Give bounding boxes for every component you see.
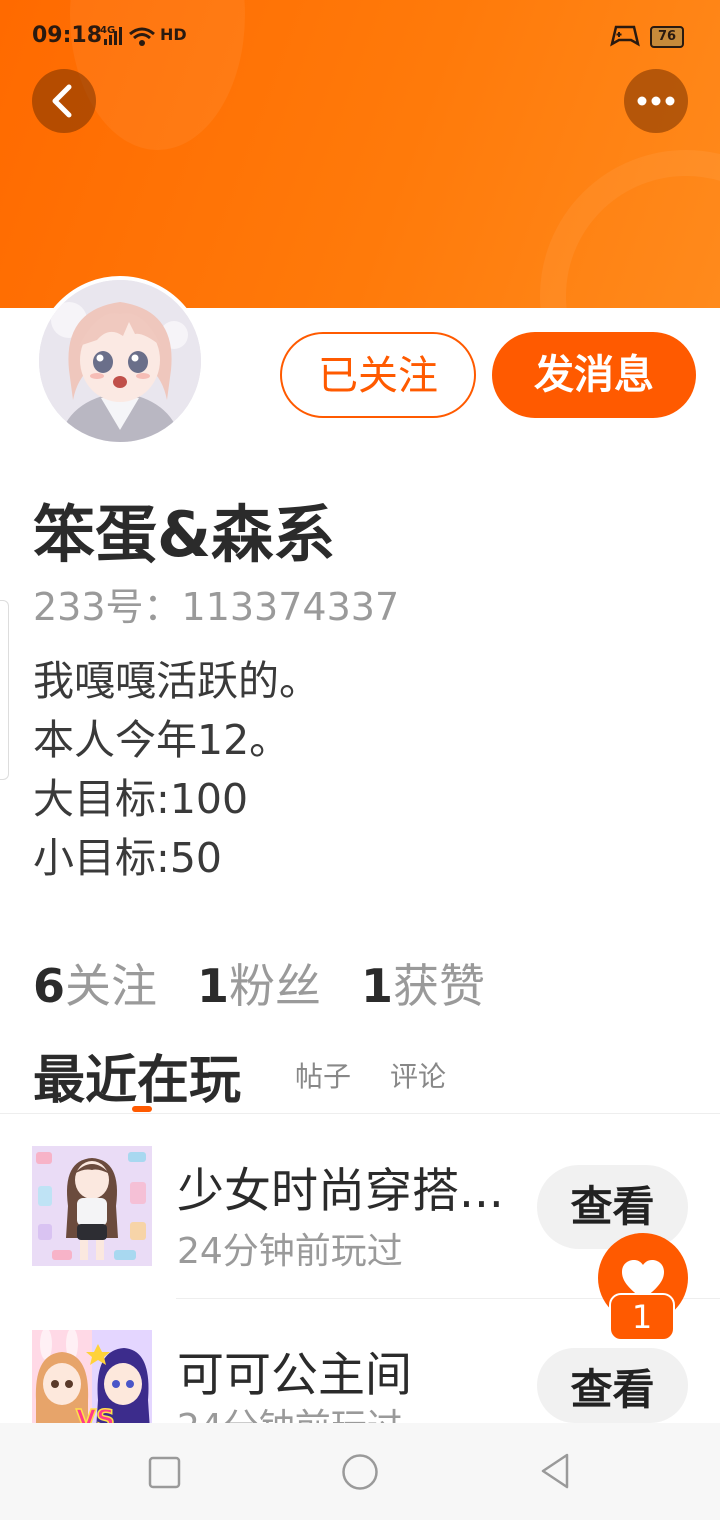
game-thumbnail[interactable] bbox=[32, 1146, 152, 1266]
back-button[interactable] bbox=[32, 69, 96, 133]
status-time: 09:18 bbox=[32, 23, 103, 48]
view-game-button[interactable]: 查看 bbox=[537, 1348, 688, 1423]
bio-line: 小目标:50 bbox=[33, 834, 222, 882]
signal-icon: 4G bbox=[100, 22, 160, 56]
more-dots-icon bbox=[637, 96, 675, 106]
recents-square-icon[interactable] bbox=[145, 1423, 185, 1520]
tab-recently-played[interactable]: 最近在玩 bbox=[33, 1038, 241, 1113]
profile-stats: 6关注 1粉丝 1获赞 bbox=[33, 950, 525, 1016]
game-last-played-text: 24分钟前玩过 bbox=[177, 1407, 403, 1423]
game-last-played: 24分钟前玩过 bbox=[177, 1406, 403, 1423]
game-last-played: 24分钟前玩过 bbox=[177, 1231, 403, 1272]
avatar[interactable] bbox=[35, 276, 205, 446]
more-options-button[interactable] bbox=[624, 69, 688, 133]
home-circle-icon[interactable] bbox=[338, 1423, 382, 1520]
profile-uid: 233号：113374337 bbox=[33, 585, 400, 629]
send-message-button[interactable]: 发消息 bbox=[492, 332, 696, 418]
stat-likes[interactable]: 1获赞 bbox=[361, 959, 485, 1013]
back-triangle-icon[interactable] bbox=[535, 1423, 575, 1520]
game-title[interactable]: 少女时尚穿搭... bbox=[177, 1152, 504, 1221]
active-tab-indicator bbox=[132, 1106, 152, 1112]
bio-line: 我嘎嘎活跃的。 bbox=[33, 657, 320, 705]
stat-label: 关注 bbox=[65, 959, 158, 1013]
status-bar: 09:18 4G HD 76 bbox=[0, 20, 720, 56]
tab-posts[interactable]: 帖子 bbox=[295, 1055, 351, 1095]
bio-line: 大目标:100 bbox=[33, 775, 249, 823]
stat-number: 1 bbox=[361, 959, 394, 1013]
stat-label: 粉丝 bbox=[229, 959, 322, 1013]
tab-comments[interactable]: 评论 bbox=[390, 1055, 446, 1095]
profile-bio: 我嘎嘎活跃的。 本人今年12。 大目标:100 小目标:50 bbox=[33, 652, 320, 888]
stat-following[interactable]: 6关注 bbox=[33, 959, 157, 1013]
divider bbox=[0, 1113, 720, 1114]
stat-fans[interactable]: 1粉丝 bbox=[197, 959, 321, 1013]
svg-text:4G: 4G bbox=[100, 25, 115, 36]
stat-label: 获赞 bbox=[393, 959, 486, 1013]
stat-number: 6 bbox=[33, 959, 66, 1013]
svg-text:VS: VS bbox=[76, 1405, 115, 1423]
bio-line: 本人今年12。 bbox=[33, 716, 291, 764]
profile-header-banner: 09:18 4G HD 76 bbox=[0, 0, 720, 308]
banner-decoration bbox=[540, 150, 720, 308]
stat-number: 1 bbox=[197, 959, 230, 1013]
like-count-badge: 1 bbox=[609, 1293, 675, 1341]
game-title[interactable]: 可可公主间 bbox=[177, 1336, 412, 1405]
profile-name: 笨蛋&森系 bbox=[33, 498, 336, 571]
chevron-left-icon bbox=[52, 84, 72, 118]
game-thumbnail[interactable]: VS bbox=[32, 1330, 152, 1423]
side-edge-handle[interactable] bbox=[0, 600, 9, 780]
system-navigation-bar bbox=[0, 1423, 720, 1520]
hd-indicator: HD bbox=[160, 25, 187, 44]
followed-button[interactable]: 已关注 bbox=[280, 332, 476, 418]
gamepad-icon bbox=[610, 22, 640, 54]
battery-indicator: 76 bbox=[650, 26, 684, 48]
